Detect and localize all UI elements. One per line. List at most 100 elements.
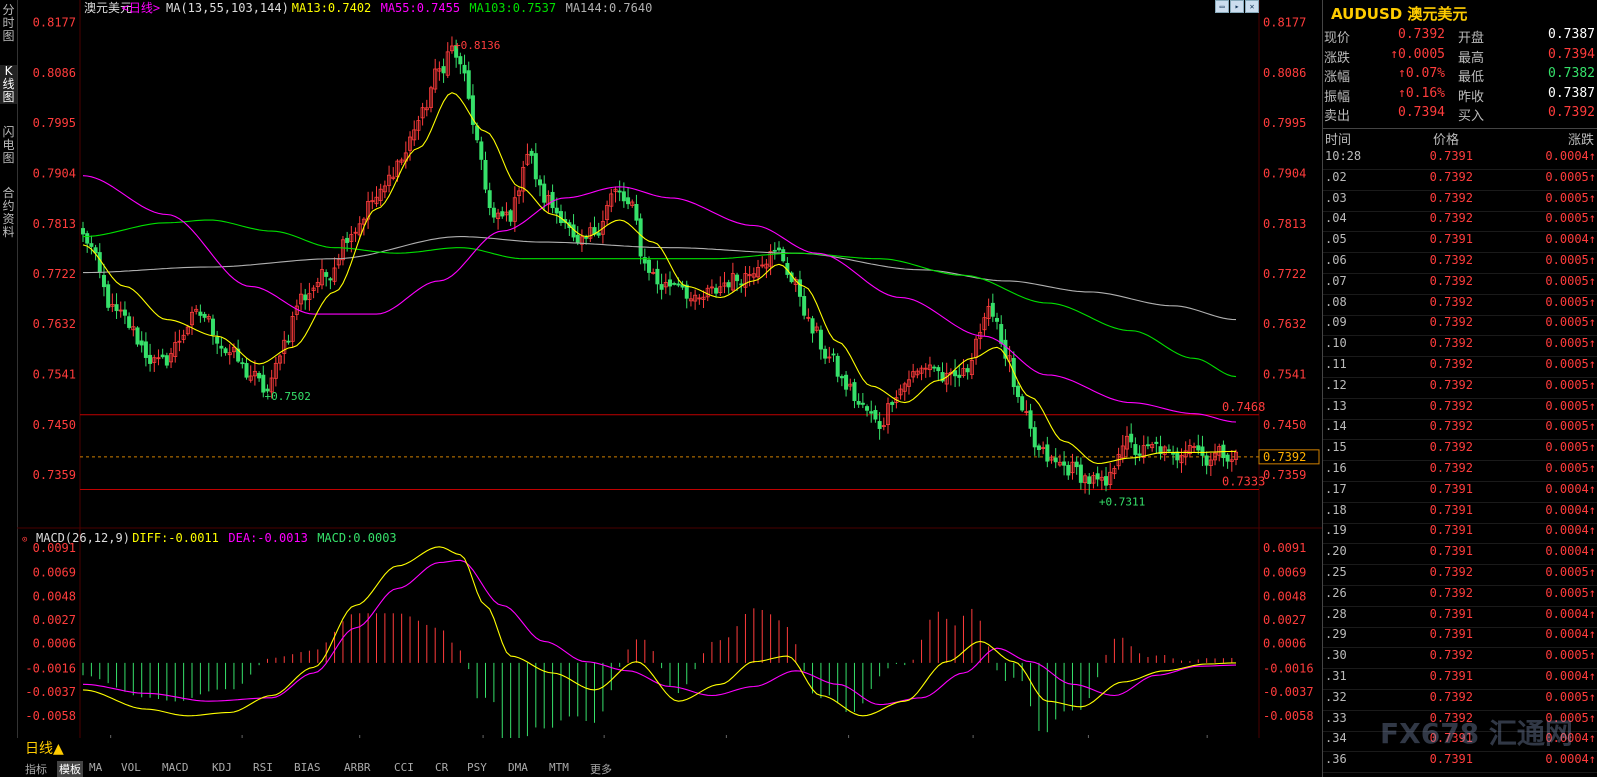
window-next-icon[interactable]: ▸ (1230, 0, 1244, 13)
quote-value: 0.7394 (1398, 105, 1445, 120)
tick-change: 0.0004↑ (1545, 752, 1596, 767)
candle-body (957, 374, 962, 378)
indicator-tab-11[interactable]: PSY (467, 761, 487, 774)
window-close-icon[interactable]: ✕ (1245, 0, 1259, 13)
quote-label: 现价 (1324, 31, 1351, 46)
indicator-tab-6[interactable]: RSI (253, 761, 273, 774)
tick-time: .03 (1325, 190, 1347, 205)
candle-body (634, 204, 639, 221)
tick-header-time: 时间 (1325, 133, 1352, 148)
price-tick-left: 0.7722 (33, 267, 76, 281)
tick-time: .05 (1325, 232, 1347, 247)
candle-body (1074, 461, 1079, 468)
candle-body (995, 317, 1000, 322)
low-annotation-2: +0.7311 (1099, 496, 1145, 509)
candle-body (1154, 441, 1159, 444)
indicator-tab-4[interactable]: MACD (162, 761, 189, 774)
indicator-tab-14[interactable]: 更多 (590, 761, 612, 777)
tick-time: .08 (1325, 294, 1347, 309)
candle-body (164, 355, 169, 366)
tick-change: 0.0004↑ (1545, 544, 1596, 559)
quote-row: 振幅 ↑0.16% 昨收 0.7387 (1323, 86, 1597, 106)
candle-body (818, 329, 823, 350)
price-tick-right: 0.7995 (1263, 116, 1306, 130)
quote-value: 0.7382 (1548, 66, 1595, 81)
candle-body (324, 272, 329, 277)
candle-body (89, 243, 94, 247)
indicator-tab-7[interactable]: BIAS (294, 761, 321, 774)
tick-change: 0.0004↑ (1545, 232, 1596, 247)
indicator-tab-0[interactable]: 指标 (25, 761, 47, 777)
candle-body (1133, 444, 1138, 455)
tick-price: 0.7392 (1429, 689, 1473, 704)
candle-body (550, 191, 555, 209)
candle-body (877, 421, 882, 429)
window-restore-icon[interactable]: ▭ (1215, 0, 1229, 13)
price-tick-right: 0.7541 (1263, 367, 1306, 381)
price-tick-right: 0.7450 (1263, 418, 1306, 432)
candle-body (672, 283, 677, 285)
tick-change: 0.0005↑ (1545, 398, 1596, 413)
tick-price: 0.7392 (1429, 294, 1473, 309)
tick-row: .20 0.7391 0.0004↑ (1323, 544, 1597, 566)
tick-change: 0.0005↑ (1545, 440, 1596, 455)
candle-body (135, 327, 140, 345)
tick-time: .15 (1325, 440, 1347, 455)
indicator-tab-8[interactable]: ARBR (344, 761, 371, 774)
candle-body (533, 153, 538, 180)
candle-body (1137, 453, 1142, 456)
tick-time: .20 (1325, 544, 1347, 559)
indicator-tab-12[interactable]: DMA (508, 761, 528, 774)
candle-body (198, 311, 203, 316)
tick-price: 0.7392 (1429, 315, 1473, 330)
quote-value: 0.7394 (1548, 46, 1595, 62)
quote-value: ↑0.0005 (1390, 46, 1445, 62)
candle-body (223, 348, 228, 354)
tick-change: 0.0005↑ (1545, 211, 1596, 226)
price-tick-left: 0.7359 (33, 468, 76, 482)
indicator-tab-13[interactable]: MTM (549, 761, 569, 774)
indicator-tab-2[interactable]: MA (89, 761, 102, 774)
kline-chart[interactable]: 0.8177 0.8177 0.8086 0.8086 0.7995 0.7995 0.79… (0, 0, 1322, 738)
period-button[interactable]: 日线▲ (25, 738, 64, 758)
price-tick-left: 0.7541 (33, 367, 76, 381)
candle-body (932, 366, 937, 369)
candle-body (244, 363, 249, 378)
tick-row: .13 0.7392 0.0005↑ (1323, 399, 1597, 420)
candle-body (965, 368, 970, 373)
candle-body (508, 210, 513, 222)
indicator-tab-9[interactable]: CCI (394, 761, 414, 774)
candle-body (122, 309, 127, 316)
tick-change: 0.0005↑ (1545, 648, 1596, 663)
candle-body (1171, 452, 1176, 455)
candle-body (869, 411, 874, 414)
indicator-tab-1[interactable]: 模板 (57, 761, 83, 777)
candle-body (1196, 445, 1201, 451)
candle-body (542, 183, 547, 203)
candle-body (584, 236, 589, 239)
tick-change: 0.0005↑ (1545, 565, 1596, 579)
tick-price: 0.7392 (1429, 357, 1473, 371)
quote-row: 涨幅 ↑0.07% 最低 0.7382 (1323, 66, 1597, 86)
candle-body (462, 64, 467, 74)
candle-body (621, 191, 626, 202)
indicator-tab-5[interactable]: KDJ (212, 761, 232, 774)
indicator-tab-3[interactable]: VOL (121, 761, 141, 774)
price-tick-left: 0.7904 (33, 167, 76, 181)
tick-price: 0.7391 (1429, 544, 1473, 559)
tick-row: .04 0.7392 0.0005↑ (1323, 211, 1597, 233)
indicator-tab-10[interactable]: CR (435, 761, 448, 774)
candle-body (458, 56, 463, 65)
candle-body (823, 348, 828, 359)
tick-time: .30 (1325, 648, 1347, 663)
candle-body (114, 304, 119, 312)
candle-body (466, 70, 471, 99)
tick-change: 0.0005↑ (1545, 315, 1596, 330)
tick-price: 0.7391 (1429, 149, 1473, 163)
candle-body (684, 284, 689, 299)
tick-row: 10:28 0.7391 0.0004↑ (1323, 149, 1597, 170)
tick-row: .14 0.7392 0.0005↑ (1323, 419, 1597, 441)
tick-row: .36 0.7391 0.0004↑ (1323, 752, 1597, 774)
chart-header-7: MA144:0.7640 (566, 1, 653, 15)
tick-row: .26 0.7392 0.0005↑ (1323, 586, 1597, 607)
